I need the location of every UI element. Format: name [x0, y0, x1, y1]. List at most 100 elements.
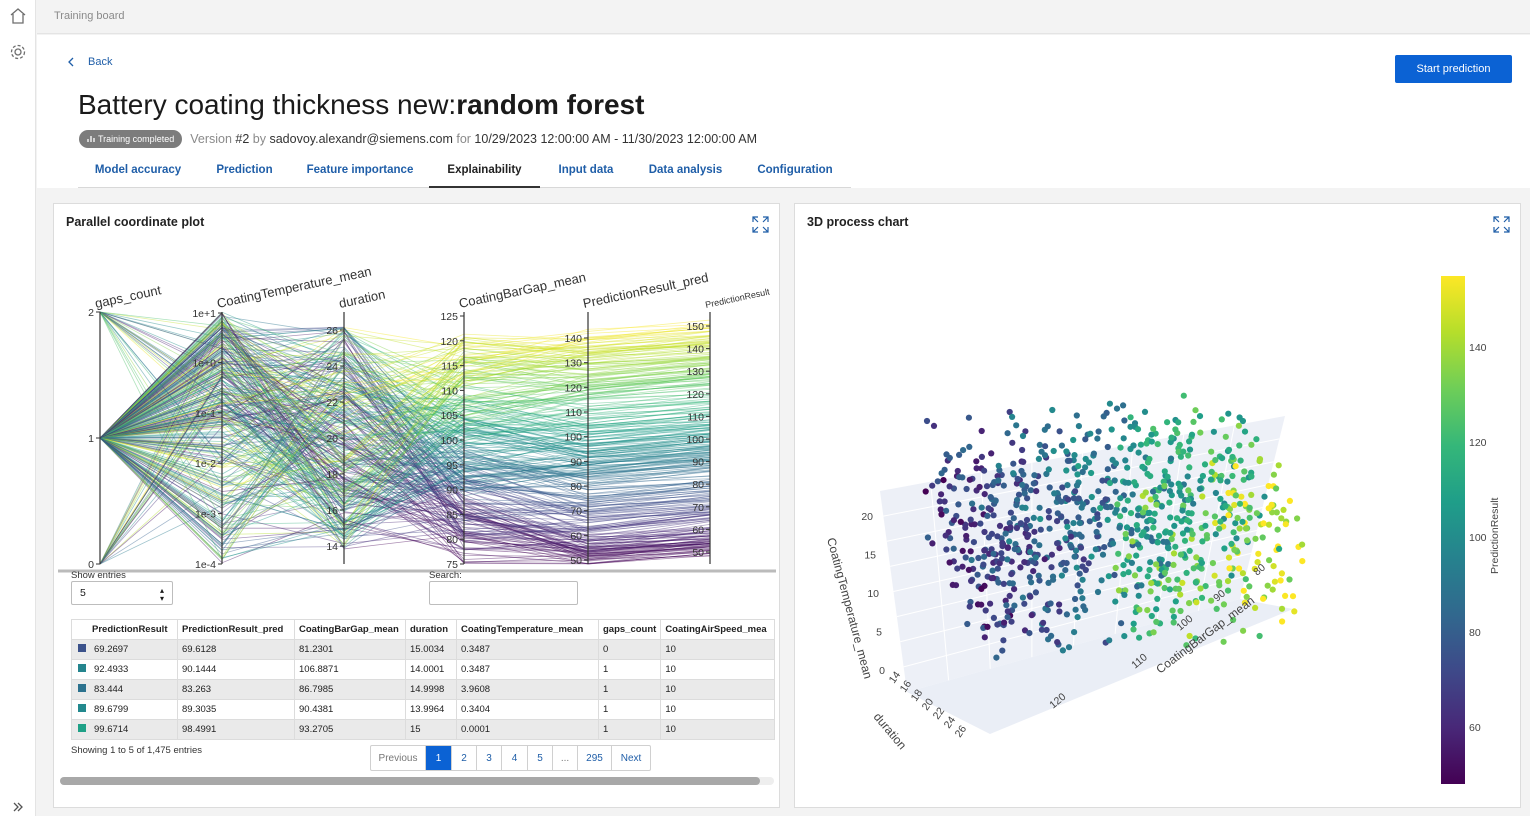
column-header[interactable]: PredictionResult_pred: [177, 619, 295, 640]
scatter-point: [1177, 453, 1184, 460]
axis-tick-label: 80: [446, 534, 458, 546]
double-chevron-right-icon[interactable]: [9, 798, 27, 816]
scatter-point: [938, 491, 945, 498]
scatter-point: [1010, 470, 1017, 477]
scatter-point: [1023, 525, 1030, 532]
expand-icon[interactable]: [752, 216, 769, 233]
expand-icon[interactable]: [1493, 216, 1510, 233]
table-cell: 89.6799: [71, 699, 178, 720]
scatter-point: [1000, 580, 1007, 587]
scatter-point: [1222, 502, 1229, 510]
back-link[interactable]: Back: [67, 56, 112, 68]
tab-bar: Model accuracy Prediction Feature import…: [78, 160, 851, 188]
version-number: #2: [235, 132, 250, 146]
axis-tick-label: 14: [326, 541, 338, 553]
settings-gear-icon[interactable]: [9, 43, 27, 61]
scatter-point: [1062, 535, 1069, 542]
scatter-point: [1246, 583, 1253, 590]
scatter-point: [1148, 517, 1155, 524]
scatter-point: [1112, 488, 1119, 495]
scatter-point: [1004, 556, 1011, 563]
column-header[interactable]: PredictionResult: [71, 619, 178, 640]
scatter-point: [1071, 452, 1078, 459]
tab-input-data[interactable]: Input data: [540, 160, 632, 188]
colorbar: [1441, 276, 1465, 784]
column-header[interactable]: CoatingBarGap_mean: [294, 619, 406, 640]
scatter-point: [988, 575, 995, 582]
pager-previous[interactable]: Previous: [371, 746, 426, 770]
scatter-point: [1226, 565, 1233, 572]
column-header[interactable]: CoatingAirSpeed_mea: [660, 619, 776, 640]
axis-tick-label: 1e-1: [195, 408, 216, 420]
home-icon[interactable]: [9, 7, 27, 25]
scatter-point: [1010, 515, 1017, 522]
table-row[interactable]: 83.444 83.263 86.7985 14.9998 3.9608 1 10: [71, 679, 776, 700]
pager-page-4[interactable]: 4: [502, 746, 528, 770]
card-title: 3D process chart: [807, 215, 909, 229]
scatter-point: [1136, 606, 1143, 613]
cell-value: 10: [665, 704, 676, 715]
tab-prediction[interactable]: Prediction: [198, 160, 291, 188]
pager-page-2[interactable]: 2: [452, 746, 477, 770]
column-header[interactable]: gaps_count: [597, 619, 662, 640]
scatter-point: [978, 504, 985, 511]
scatter-point: [1071, 553, 1078, 560]
pager-page-5[interactable]: 5: [528, 746, 553, 770]
pager-page-last[interactable]: 295: [578, 746, 612, 770]
horizontal-scrollbar[interactable]: [60, 777, 774, 785]
scatter-point: [1047, 600, 1054, 607]
scatter-point: [1088, 493, 1095, 501]
column-header[interactable]: CoatingTemperature_mean: [456, 619, 599, 640]
scatter-point: [1082, 436, 1089, 443]
tab-configuration[interactable]: Configuration: [739, 160, 851, 188]
scatter-point: [950, 545, 957, 552]
scatter-point: [1075, 463, 1082, 470]
scatter-point: [1136, 566, 1143, 573]
scatter-point: [1144, 573, 1151, 580]
scatter-point: [1268, 501, 1275, 508]
table-row[interactable]: 89.6799 89.3035 90.4381 13.9964 0.3404 1 10: [71, 699, 776, 720]
scrollbar-thumb[interactable]: [60, 777, 760, 785]
axis-tick-label: 120: [686, 389, 704, 401]
table-row[interactable]: 69.2697 69.6128 81.2301 15.0034 0.3487 0 10: [71, 639, 776, 660]
cell-value: 0.0001: [461, 724, 491, 735]
axis-tick-label: 120: [440, 336, 458, 348]
pager-next[interactable]: Next: [612, 746, 650, 770]
tab-feature-importance[interactable]: Feature importance: [291, 160, 429, 188]
show-entries-select[interactable]: 5 ▴ ▾: [71, 581, 173, 605]
scatter-point: [1242, 525, 1250, 532]
scatter-point: [1234, 514, 1241, 522]
scatter-point: [1177, 484, 1184, 491]
tab-model-accuracy[interactable]: Model accuracy: [78, 160, 198, 188]
scatter-point: [1045, 508, 1052, 515]
column-header[interactable]: duration: [405, 619, 457, 640]
search-input[interactable]: [429, 581, 578, 605]
scatter-point: [938, 470, 945, 477]
scatter-point: [1190, 500, 1197, 507]
table-row[interactable]: 92.4933 90.1444 106.8871 14.0001 0.3487 1 10: [71, 659, 776, 680]
scatter-point: [1141, 408, 1149, 415]
parallel-coordinate-plot[interactable]: 012gaps_count1e-41e-31e-21e-11e+01e+1Coa…: [54, 234, 779, 574]
cell-value: 1: [603, 684, 609, 695]
scatter-point: [976, 483, 983, 491]
scatter-point: [1013, 422, 1020, 429]
cell-value: 0.3404: [461, 704, 491, 715]
tab-explainability[interactable]: Explainability: [429, 160, 540, 188]
table-row[interactable]: 99.6714 98.4991 93.2705 15 0.0001 1 10: [71, 719, 776, 740]
pager-page-3[interactable]: 3: [477, 746, 502, 770]
scatter-point: [1122, 479, 1129, 486]
showing-entries: Showing 1 to 5 of 1,475 entries: [71, 745, 202, 756]
pager-page-1[interactable]: 1: [426, 746, 452, 770]
status-badge-label: Training completed: [98, 134, 175, 144]
scatter-point: [1120, 562, 1127, 569]
scatter-point: [1133, 552, 1140, 559]
cell-value: 93.2705: [299, 724, 334, 735]
scatter-point: [1028, 612, 1035, 619]
axis-tick-label: 70: [692, 502, 704, 514]
start-prediction-button[interactable]: Start prediction: [1395, 55, 1512, 83]
tab-data-analysis[interactable]: Data analysis: [632, 160, 739, 188]
scatter-point: [1265, 521, 1273, 528]
axis-tick-label: 1e+1: [192, 308, 216, 320]
axis-tick-label: 80: [692, 479, 704, 491]
3d-scatter-plot[interactable]: 05101520CoatingTemperature_mean 141618202…: [795, 204, 1520, 807]
